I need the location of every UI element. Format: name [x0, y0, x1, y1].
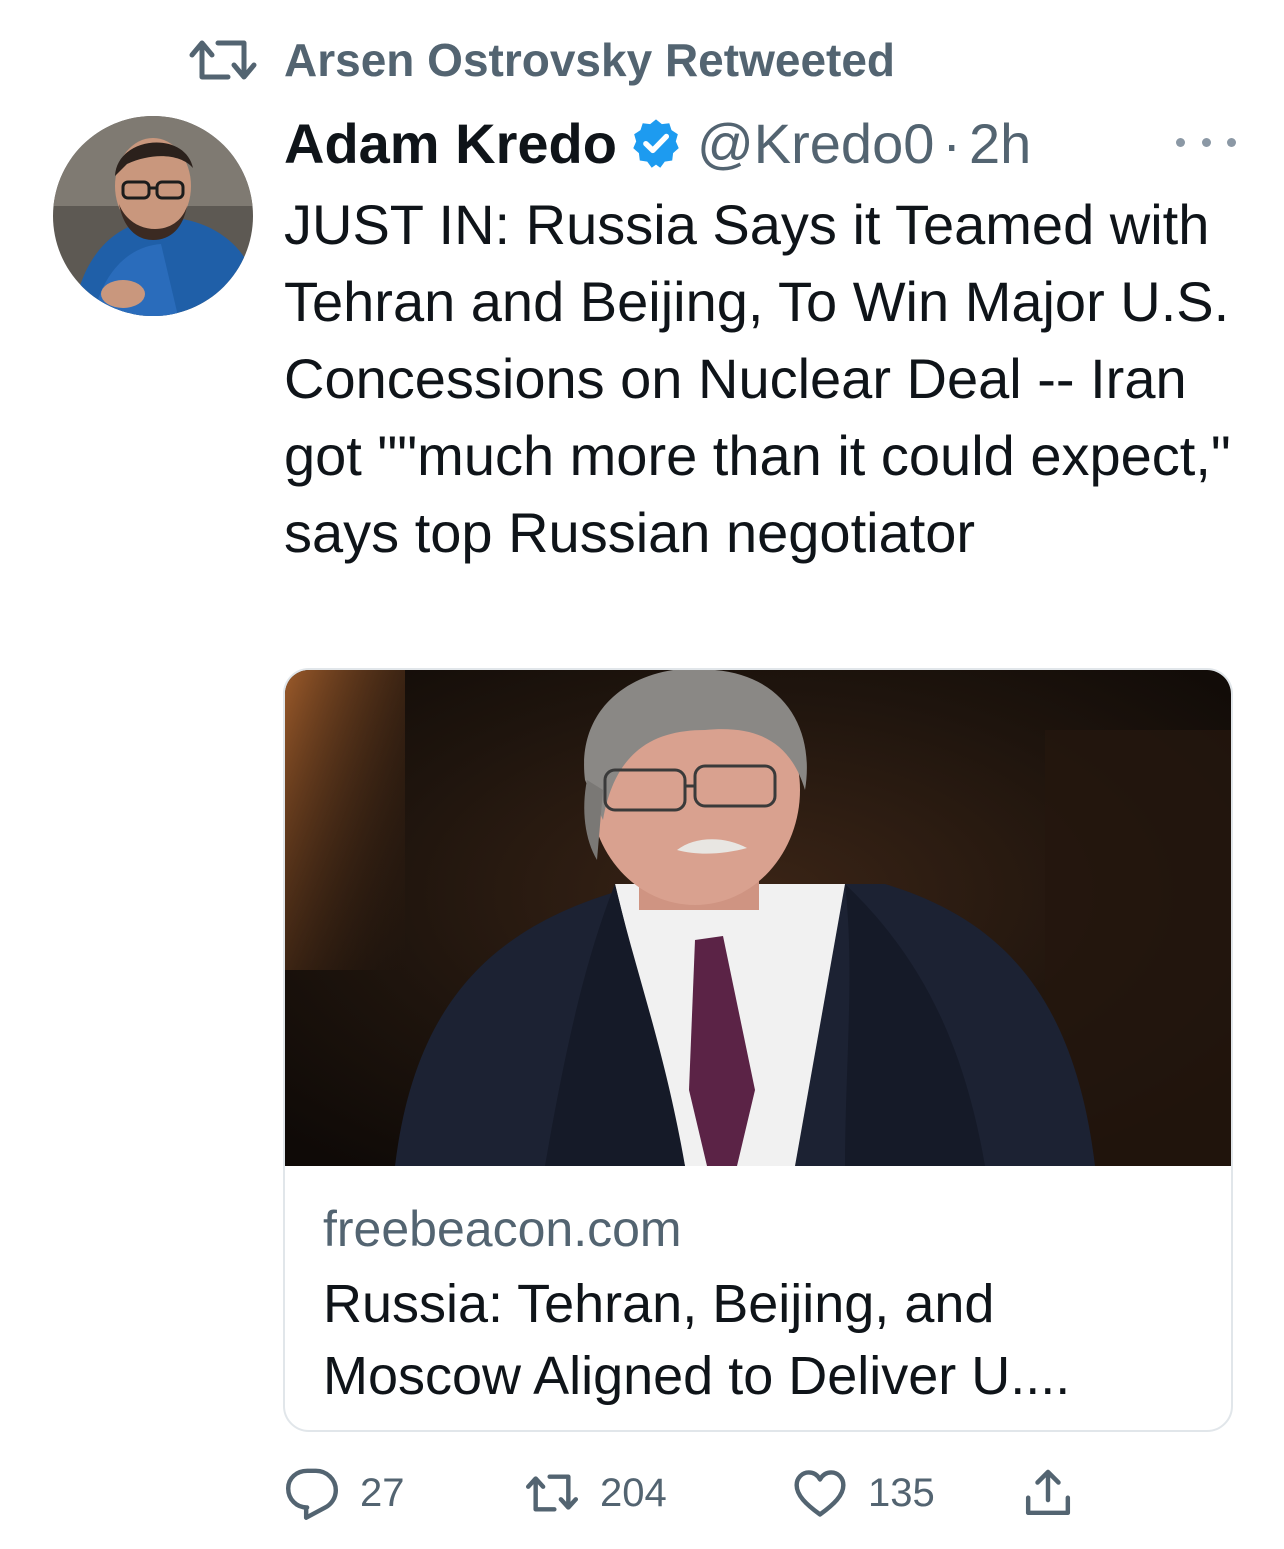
- more-icon[interactable]: [1176, 122, 1236, 162]
- like-count: 135: [868, 1470, 935, 1515]
- more-dot: [1227, 137, 1236, 147]
- timestamp[interactable]: 2h: [969, 111, 1031, 176]
- retweet-count: 204: [600, 1470, 667, 1515]
- share-icon: [1025, 1469, 1071, 1516]
- card-domain: freebeacon.com: [323, 1201, 682, 1257]
- avatar-photo: [53, 116, 253, 316]
- avatar[interactable]: [53, 116, 253, 316]
- reply-count: 27: [360, 1470, 405, 1515]
- display-name[interactable]: Adam Kredo: [284, 111, 617, 176]
- tweet-header: Adam Kredo @Kredo0 · 2h: [284, 110, 1031, 176]
- retweet-banner[interactable]: Arsen Ostrovsky Retweeted: [188, 32, 895, 88]
- card-image: [285, 670, 1231, 1166]
- share-button[interactable]: [1020, 1465, 1076, 1521]
- card-title: Russia: Tehran, Beijing, and Moscow Alig…: [323, 1274, 1071, 1406]
- like-icon: [794, 1470, 846, 1517]
- separator: ·: [942, 111, 962, 175]
- handle[interactable]: @Kredo0: [697, 111, 934, 176]
- retweet-button[interactable]: 204: [524, 1465, 780, 1521]
- like-button[interactable]: 135: [792, 1465, 1006, 1521]
- verified-badge-icon: [633, 119, 679, 168]
- reply-icon: [285, 1468, 339, 1520]
- retweet-banner-text: Arsen Ostrovsky Retweeted: [284, 34, 896, 86]
- link-card[interactable]: freebeacon.com Russia: Tehran, Beijing, …: [283, 668, 1233, 1432]
- retweet-icon: [525, 1474, 579, 1512]
- reply-button[interactable]: 27: [284, 1465, 506, 1521]
- retweet-icon: [189, 40, 257, 80]
- more-dot: [1176, 137, 1185, 147]
- tweet-text: JUST IN: Russia Says it Teamed with Tehr…: [284, 193, 1231, 564]
- more-dot: [1201, 137, 1211, 147]
- action-bar: 27 204 135: [284, 1462, 1076, 1524]
